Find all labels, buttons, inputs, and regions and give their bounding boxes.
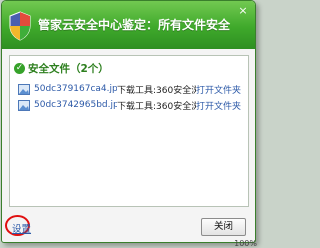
dialog-title: 管家云安全中心鉴定：所有文件安全	[38, 18, 231, 32]
file-name[interactable]: 50dc379167ca4.jpg	[34, 84, 117, 94]
image-file-icon	[18, 99, 30, 111]
open-folder-link[interactable]: 打开文件夹	[196, 83, 241, 96]
settings-link[interactable]: 设置	[12, 221, 31, 235]
file-row[interactable]: 50dc379167ca4.jpg 下载工具:360安全浏... 打开文件夹	[18, 81, 244, 97]
zoom-level: 100%	[234, 239, 257, 248]
image-file-icon	[18, 83, 30, 95]
title-bar[interactable]: 管家云安全中心鉴定：所有文件安全 ×	[2, 1, 255, 49]
group-title: 安全文件（2个）	[28, 62, 109, 75]
open-folder-link[interactable]: 打开文件夹	[196, 99, 241, 112]
file-row[interactable]: 50dc3742965bd.jpg 下载工具:360安全浏... 打开文件夹	[18, 97, 244, 113]
close-icon[interactable]: ×	[237, 5, 249, 17]
download-tool: 下载工具:360安全浏...	[117, 85, 196, 96]
group-header[interactable]: ✓ 安全文件（2个）	[14, 61, 109, 75]
shield-icon	[9, 11, 31, 41]
close-button[interactable]: 关闭	[201, 218, 246, 236]
download-tool: 下载工具:360安全浏...	[117, 101, 196, 112]
file-list-panel: ✓ 安全文件（2个） 50dc379167ca4.jpg 下载工具:360安全浏…	[9, 55, 249, 207]
file-name[interactable]: 50dc3742965bd.jpg	[34, 100, 117, 110]
dialog-footer: 设置 关闭	[2, 209, 255, 242]
check-icon: ✓	[14, 62, 25, 74]
security-result-dialog: 管家云安全中心鉴定：所有文件安全 × ✓ 安全文件（2个） 50dc379167…	[1, 0, 256, 243]
